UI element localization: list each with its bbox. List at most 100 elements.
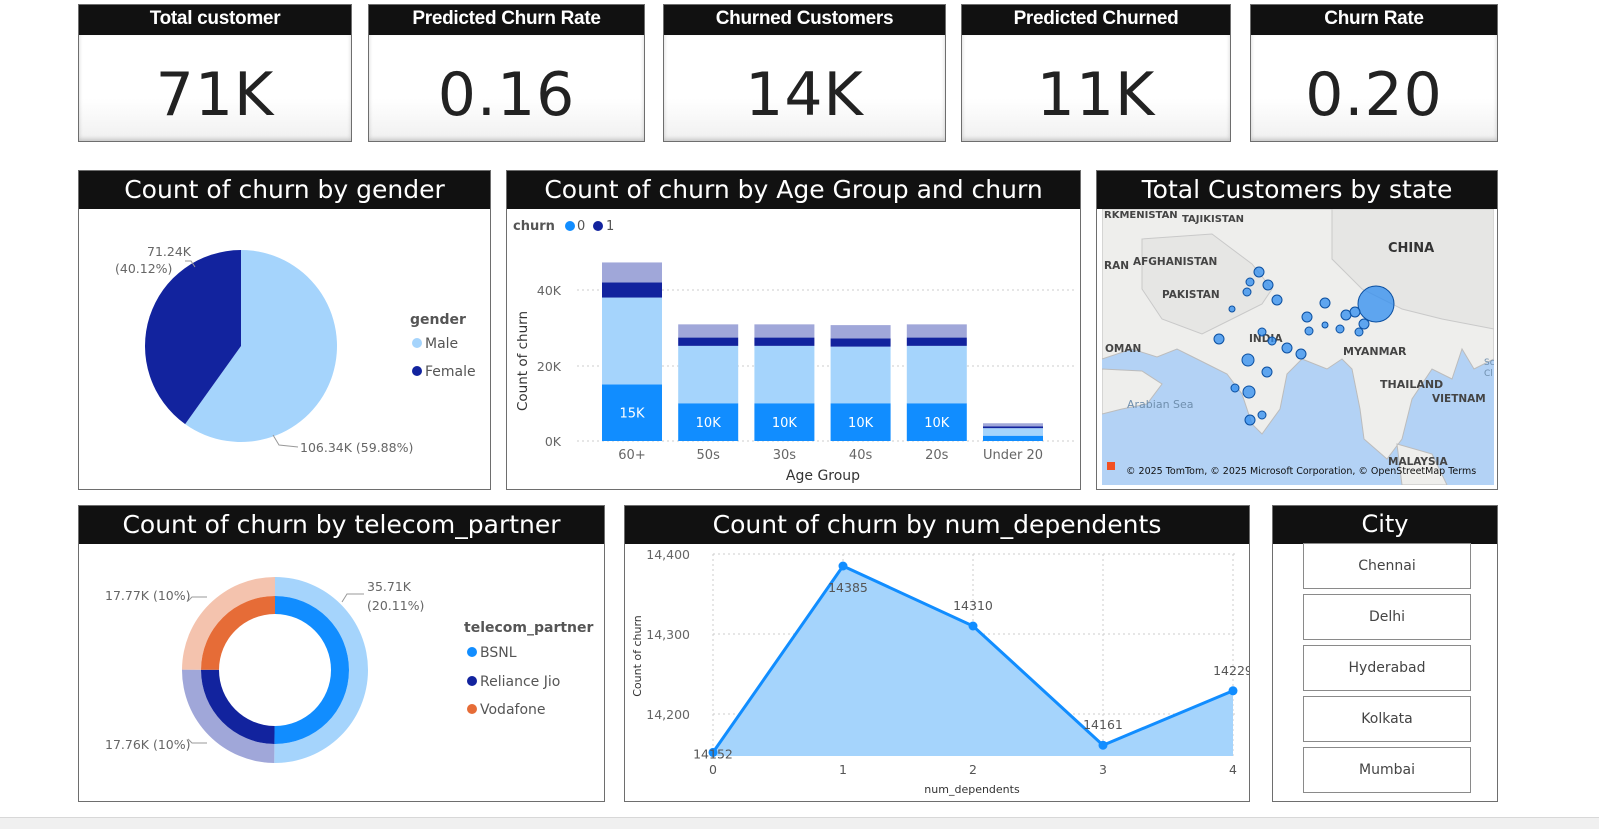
- legend-label-1[interactable]: 1: [606, 219, 614, 234]
- data-point[interactable]: [838, 561, 848, 571]
- bar-segment[interactable]: [830, 325, 891, 339]
- map-label: Cl: [1484, 369, 1493, 379]
- y-tick-label: 40K: [537, 283, 562, 298]
- leader-line: [187, 596, 207, 602]
- y-tick-label: 14,300: [646, 627, 690, 642]
- gender-chart-panel[interactable]: Count of churn by gender 71.24K (40.12%)…: [78, 170, 491, 490]
- data-point[interactable]: [968, 621, 978, 631]
- data-label-bsnl-value: 35.71K: [367, 579, 412, 594]
- x-tick-label: 0: [709, 762, 717, 777]
- data-point[interactable]: [1098, 740, 1108, 750]
- kpi-card-predicted-churned[interactable]: Predicted Churned 11K: [961, 4, 1231, 142]
- map-label: THAILAND: [1380, 378, 1443, 391]
- city-option-chennai[interactable]: Chennai: [1303, 543, 1471, 589]
- leader-line: [187, 738, 207, 744]
- legend-label-reliance[interactable]: Reliance Jio: [480, 674, 560, 690]
- bar-segment[interactable]: [754, 324, 815, 338]
- panel-title: Total Customers by state: [1097, 171, 1497, 209]
- data-label: 14310: [953, 598, 993, 613]
- bar-segment[interactable]: [906, 337, 967, 346]
- panel-title: Count of churn by Age Group and churn: [507, 171, 1080, 209]
- bar-segment[interactable]: [754, 337, 815, 346]
- microsoft-logo-icon: [1107, 462, 1115, 470]
- dependents-chart-panel[interactable]: Count of churn by num_dependents 14,400 …: [624, 505, 1250, 802]
- legend-label-female[interactable]: Female: [425, 364, 476, 380]
- legend-marker-female: [412, 366, 422, 376]
- data-point[interactable]: [1228, 686, 1238, 696]
- kpi-value: 71K: [155, 60, 275, 130]
- bar-segment[interactable]: [983, 426, 1043, 429]
- y-tick-label: 20K: [537, 359, 562, 374]
- bar-segment[interactable]: [983, 423, 1043, 427]
- legend-label-0[interactable]: 0: [577, 219, 585, 234]
- data-label-female-pct: (40.12%): [115, 261, 172, 276]
- data-label-reliance: 17.76K (10%): [105, 737, 191, 752]
- city-option-kolkata[interactable]: Kolkata: [1303, 696, 1471, 742]
- city-slicer-panel[interactable]: City Chennai Delhi Hyderabad Kolkata Mum…: [1272, 505, 1498, 802]
- kpi-card-total-customer[interactable]: Total customer 71K: [78, 4, 352, 142]
- page-bottom-bar: [0, 817, 1599, 829]
- data-label-vodafone: 17.77K (10%): [105, 588, 191, 603]
- panel-title: Count of churn by telecom_partner: [79, 506, 604, 544]
- telecom-chart-panel[interactable]: Count of churn by telecom_partner 35.71K…: [78, 505, 605, 802]
- bar-segment[interactable]: [906, 345, 967, 404]
- legend-marker-male: [412, 338, 422, 348]
- map-label: Sc: [1484, 358, 1494, 368]
- legend-title: telecom_partner: [464, 620, 594, 636]
- panel-title: Count of churn by gender: [79, 171, 490, 209]
- bar-segment[interactable]: [678, 345, 739, 404]
- kpi-value: 0.16: [437, 60, 576, 130]
- bar-segment[interactable]: [754, 345, 815, 404]
- legend-label-bsnl[interactable]: BSNL: [480, 645, 517, 661]
- x-tick-label: 50s: [697, 448, 721, 463]
- legend-marker-1: [593, 221, 603, 231]
- y-tick-label: 14,400: [646, 547, 690, 562]
- bar-segment[interactable]: [906, 324, 967, 338]
- bar-segment[interactable]: [830, 338, 891, 347]
- x-axis-label: Age Group: [786, 468, 860, 484]
- india-bubble-map[interactable]: RKMENISTAN TAJIKISTAN CHINA RAN AFGHANIS…: [1102, 209, 1494, 485]
- bar-segment[interactable]: [602, 262, 662, 283]
- kpi-card-predicted-churn-rate[interactable]: Predicted Churn Rate 0.16: [368, 4, 645, 142]
- kpi-card-churned-customers[interactable]: Churned Customers 14K: [663, 4, 946, 142]
- legend-marker-reliance: [467, 676, 477, 686]
- map-label: PAKISTAN: [1162, 289, 1220, 301]
- x-tick-label: Under 20: [983, 448, 1043, 463]
- bar-segment[interactable]: [602, 282, 662, 298]
- map-panel[interactable]: Total Customers by state RKMENISTAN TAJI…: [1096, 170, 1498, 490]
- bar-segment[interactable]: [602, 297, 662, 385]
- kpi-title: Churned Customers: [664, 5, 945, 35]
- map-label: INDIA: [1249, 333, 1283, 345]
- kpi-title: Churn Rate: [1251, 5, 1497, 35]
- legend-label-vodafone[interactable]: Vodafone: [480, 702, 546, 718]
- city-option-mumbai[interactable]: Mumbai: [1303, 747, 1471, 793]
- y-tick-label: 0K: [545, 434, 562, 449]
- data-label: 14161: [1083, 717, 1123, 732]
- city-option-hyderabad[interactable]: Hyderabad: [1303, 645, 1471, 691]
- age-group-bar-chart: churn 0 1 40K 20K 0K Count of churn Age …: [513, 219, 1077, 484]
- legend-marker-vodafone: [467, 704, 477, 714]
- gender-pie-chart: 71.24K (40.12%) 106.34K (59.88%) gender …: [115, 244, 476, 455]
- legend-title: churn: [513, 219, 555, 234]
- map-label: TAJIKISTAN: [1182, 214, 1244, 225]
- telecom-donut-chart: 35.71K (20.11%) 17.77K (10%) 17.76K (10%…: [105, 577, 594, 763]
- map-label: AFGHANISTAN: [1133, 256, 1217, 268]
- map-attribution[interactable]: © 2025 TomTom, © 2025 Microsoft Corporat…: [1126, 466, 1476, 477]
- city-option-delhi[interactable]: Delhi: [1303, 594, 1471, 640]
- x-tick-label: 1: [839, 762, 847, 777]
- bar-segment[interactable]: [983, 435, 1043, 441]
- map-label: RKMENISTAN: [1104, 210, 1178, 221]
- kpi-card-churn-rate[interactable]: Churn Rate 0.20: [1250, 4, 1498, 142]
- kpi-value: 0.20: [1305, 60, 1443, 130]
- age-group-chart-panel[interactable]: Count of churn by Age Group and churn ch…: [506, 170, 1081, 490]
- bar-segment[interactable]: [830, 346, 891, 404]
- x-tick-label: 2: [969, 762, 977, 777]
- data-label: 14385: [828, 580, 868, 595]
- legend-title: gender: [410, 312, 466, 328]
- legend-label-male[interactable]: Male: [425, 336, 458, 352]
- bar-segment[interactable]: [983, 428, 1043, 436]
- bar-segment[interactable]: [678, 324, 739, 338]
- bar-data-label: 15K: [619, 407, 645, 422]
- x-tick-label: 60+: [618, 448, 645, 463]
- bar-segment[interactable]: [678, 337, 739, 346]
